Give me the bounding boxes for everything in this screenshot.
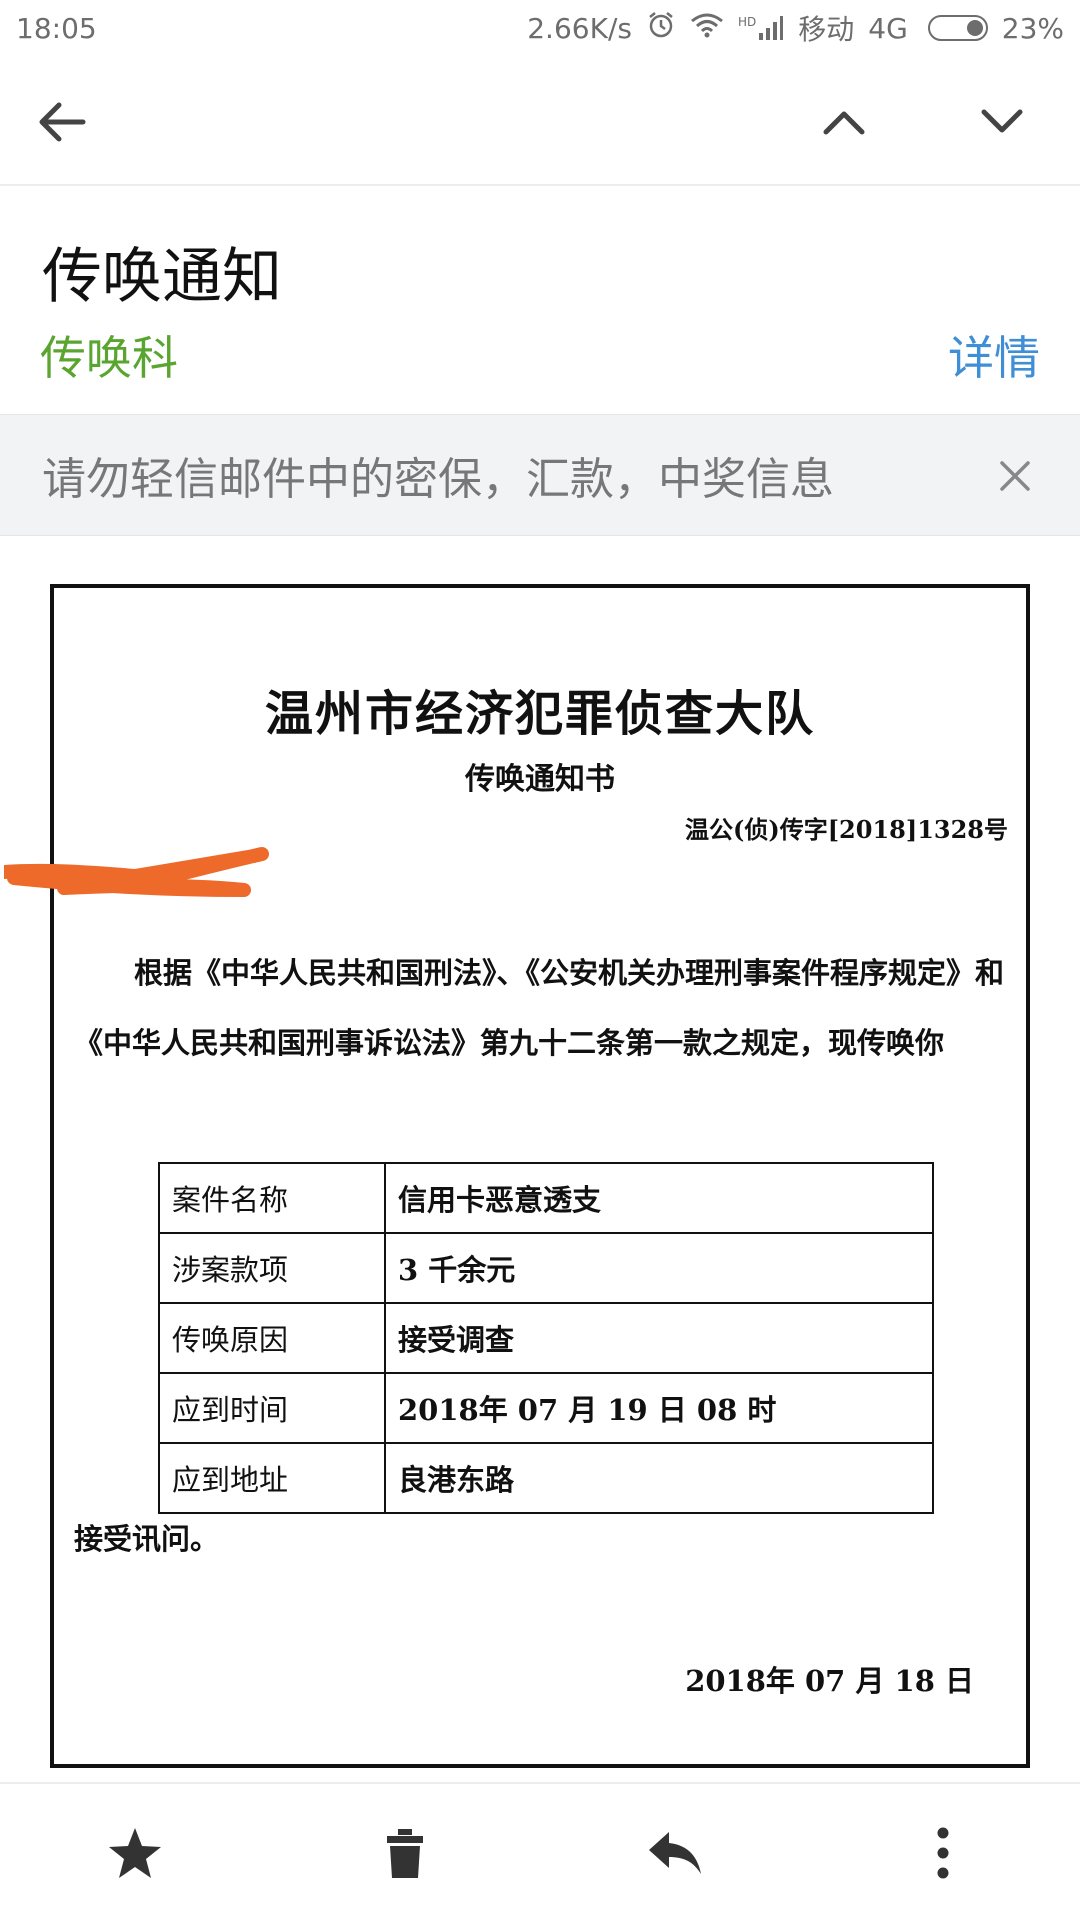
case-value: 接受调查 xyxy=(384,1302,934,1374)
case-info-table: 案件名称 信用卡恶意透支 涉案款项 3 千余元 传唤原因 接受调查 应到时间 2… xyxy=(158,1162,934,1514)
bottom-action-bar xyxy=(0,1782,1080,1920)
signal-icon: HD xyxy=(738,15,784,41)
status-time: 18:05 xyxy=(16,11,97,45)
case-value: 3 千余元 xyxy=(384,1232,934,1304)
email-sender[interactable]: 传唤科 xyxy=(40,322,178,388)
delete-button[interactable] xyxy=(362,1810,448,1896)
trash-icon xyxy=(387,1829,423,1878)
status-bar: 18:05 2.66K/s HD 移动 4G 23% xyxy=(0,0,1080,56)
case-label: 案件名称 xyxy=(158,1162,386,1234)
network-type: 4G xyxy=(868,11,908,45)
table-row: 案件名称 信用卡恶意透支 xyxy=(158,1162,934,1234)
reply-button[interactable] xyxy=(632,1810,718,1896)
document-number: 温公(侦)传字[2018]1328号 xyxy=(684,815,1008,844)
email-header: 传唤通知 传唤科 详情 xyxy=(0,188,1080,414)
summons-document-image: 温州市经济犯罪侦查大队 传唤通知书 温公(侦)传字[2018]1328号 根据《… xyxy=(4,584,1030,1768)
case-label: 涉案款项 xyxy=(158,1232,386,1304)
chevron-down-icon xyxy=(981,109,1023,133)
hd-label: HD xyxy=(737,15,757,29)
more-options-button[interactable] xyxy=(900,1810,986,1896)
chevron-up-icon xyxy=(823,111,865,135)
email-toolbar xyxy=(0,56,1080,186)
case-label: 应到地址 xyxy=(158,1442,386,1514)
carrier-label: 移动 xyxy=(798,13,855,46)
battery-icon xyxy=(927,15,988,41)
details-link[interactable]: 详情 xyxy=(948,322,1040,388)
case-value: 2018年 07 月 19 日 08 时 xyxy=(384,1372,934,1444)
case-label: 应到时间 xyxy=(158,1372,386,1444)
document-title: 温州市经济犯罪侦查大队 xyxy=(264,686,815,742)
document-date: 2018年 07 月 18 日 xyxy=(685,1664,974,1698)
star-button[interactable] xyxy=(92,1810,178,1896)
document-subtitle: 传唤通知书 xyxy=(465,762,615,797)
wifi-icon xyxy=(690,11,724,46)
case-label: 传唤原因 xyxy=(158,1302,386,1374)
close-icon xyxy=(1000,461,1030,491)
case-value: 良港东路 xyxy=(384,1442,934,1514)
security-warning-banner: 请勿轻信邮件中的密保，汇款，中奖信息 xyxy=(0,414,1080,536)
table-row: 涉案款项 3 千余元 xyxy=(158,1232,934,1304)
close-warning-button[interactable] xyxy=(986,447,1044,505)
table-row: 应到时间 2018年 07 月 19 日 08 时 xyxy=(158,1372,934,1444)
net-speed: 2.66K/s xyxy=(527,11,632,45)
status-indicators: 2.66K/s HD 移动 4G 23% xyxy=(527,8,1064,48)
next-email-button[interactable] xyxy=(964,84,1040,160)
case-value: 信用卡恶意透支 xyxy=(384,1162,934,1234)
reply-icon xyxy=(649,1832,701,1874)
document-closing: 接受讯问。 xyxy=(74,1522,220,1556)
battery-percent: 23% xyxy=(1001,11,1064,45)
alarm-icon xyxy=(646,10,676,47)
document-body: 根据《中华人民共和国刑法》、《公安机关办理刑事案件程序规定》和《中华人民共和国刑… xyxy=(74,956,1005,1060)
back-button[interactable] xyxy=(24,84,100,160)
previous-email-button[interactable] xyxy=(806,84,882,160)
star-icon xyxy=(109,1828,161,1878)
warning-text: 请勿轻信邮件中的密保，汇款，中奖信息 xyxy=(42,454,834,505)
redaction-scribble xyxy=(4,847,269,897)
arrow-left-icon xyxy=(39,102,86,142)
table-row: 传唤原因 接受调查 xyxy=(158,1302,934,1374)
email-subject: 传唤通知 xyxy=(42,242,282,312)
more-vertical-icon xyxy=(937,1827,949,1879)
table-row: 应到地址 良港东路 xyxy=(158,1442,934,1514)
